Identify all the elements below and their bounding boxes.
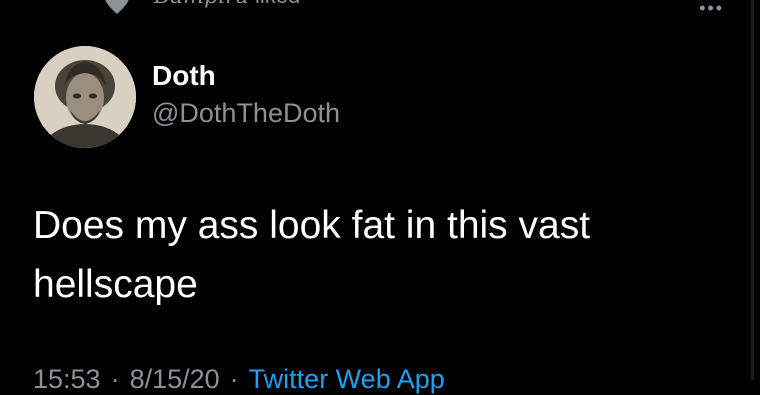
display-name[interactable]: Doth — [152, 60, 216, 92]
tweet-source-link[interactable]: Twitter Web App — [249, 364, 445, 394]
meta-separator: · — [110, 364, 120, 394]
tweet-time[interactable]: 15:53 — [33, 364, 101, 394]
user-handle[interactable]: @DothTheDoth — [152, 98, 340, 129]
tweet-date[interactable]: 8/15/20 — [130, 364, 220, 394]
heart-icon — [105, 0, 129, 14]
avatar[interactable] — [34, 46, 136, 148]
tweet-text: Does my ass look fat in this vast hellsc… — [33, 204, 591, 306]
liked-by-name[interactable]: Bampira — [154, 0, 249, 9]
liked-suffix: liked — [255, 0, 300, 8]
scrollbar-track[interactable] — [751, 0, 754, 380]
social-context-text[interactable]: Bampira liked — [154, 0, 300, 9]
more-options-icon[interactable]: ••• — [699, 0, 724, 19]
meta-separator: · — [229, 364, 239, 394]
